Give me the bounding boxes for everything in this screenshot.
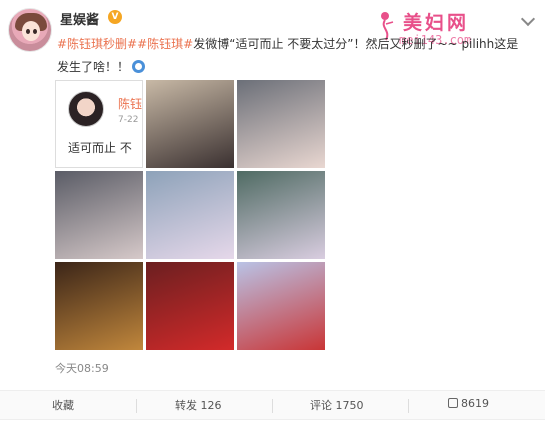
gallery-photo-5[interactable] — [146, 171, 234, 259]
collect-button[interactable]: 收藏 — [52, 397, 74, 413]
post-text: #陈钰琪秒删##陈钰琪#发微博“适可而止 不要太过分”！然后又秒删了~~ pil… — [57, 33, 527, 79]
chevron-down-icon[interactable] — [520, 11, 536, 27]
gallery-photo-screenshot[interactable]: 陈钰 7-22 适可而止 不 — [55, 80, 143, 168]
avatar-eye-left — [26, 29, 30, 34]
gallery-photo-6[interactable] — [237, 171, 325, 259]
divider — [272, 399, 273, 413]
avatar-eye-right — [33, 29, 37, 34]
hashtag-1[interactable]: #陈钰琪秒删# — [57, 37, 137, 51]
verified-badge-icon: V — [108, 10, 122, 24]
post-body-name: pilihh — [461, 37, 495, 51]
divider — [408, 399, 409, 413]
avatar-face — [22, 21, 40, 41]
screenshot-avatar — [68, 91, 104, 127]
screenshot-name: 陈钰 — [118, 97, 143, 111]
like-count: 8619 — [461, 397, 489, 410]
thumbs-up-icon — [448, 398, 458, 408]
comment-button[interactable]: 评论 1750 — [310, 397, 364, 413]
hashtag-2[interactable]: #陈钰琪# — [137, 37, 193, 51]
gallery-photo-4[interactable] — [55, 171, 143, 259]
screenshot-text: 适可而止 不 — [68, 141, 132, 155]
post-body: 发微博“适可而止 不要太过分”！然后又秒删了~~ — [193, 37, 462, 51]
author-name[interactable]: 星娱酱 — [60, 9, 99, 28]
author-avatar[interactable] — [8, 8, 52, 52]
emoji-icon — [132, 60, 146, 73]
post-timestamp: 今天08:59 — [55, 362, 109, 375]
watermark-title: 美妇网 — [403, 12, 470, 34]
gallery-photo-8[interactable] — [146, 262, 234, 350]
repost-button[interactable]: 转发 126 — [175, 397, 222, 413]
gallery-photo-3[interactable] — [237, 80, 325, 168]
action-bar: 收藏 转发 126 评论 1750 8619 — [0, 390, 545, 420]
screenshot-date: 7-22 — [118, 115, 139, 125]
gallery-photo-7[interactable] — [55, 262, 143, 350]
gallery-photo-2[interactable] — [146, 80, 234, 168]
gallery-photo-9[interactable] — [237, 262, 325, 350]
like-button[interactable]: 8619 — [448, 397, 489, 410]
divider — [136, 399, 137, 413]
